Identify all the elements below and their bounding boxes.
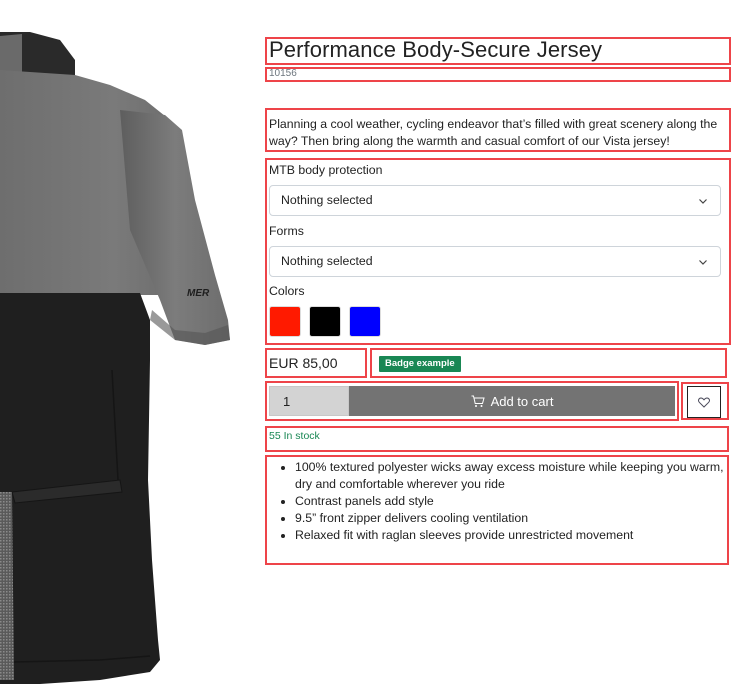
forms-value: Nothing selected: [281, 254, 373, 268]
product-description-box: Planning a cool weather, cycling endeavo…: [265, 108, 731, 152]
add-to-cart-row: Add to cart: [265, 381, 679, 421]
feature-item: 100% textured polyester wicks away exces…: [295, 459, 725, 493]
color-swatch-blue[interactable]: [349, 306, 381, 337]
chevron-down-icon: [699, 199, 707, 204]
feature-item: 9.5” front zipper delivers cooling venti…: [295, 510, 725, 527]
feature-item: Contrast panels add style: [295, 493, 725, 510]
product-description: Planning a cool weather, cycling endeavo…: [269, 117, 718, 148]
product-options: MTB body protection Nothing selected For…: [265, 158, 731, 345]
product-title: Performance Body-Secure Jersey: [269, 37, 603, 62]
stock-status: 55 In stock: [269, 430, 320, 442]
body-protection-label: MTB body protection: [269, 163, 383, 177]
forms-select[interactable]: Nothing selected: [269, 246, 721, 277]
product-badge: Badge example: [379, 356, 461, 372]
price-box: EUR 85,00: [265, 348, 367, 378]
product-price: EUR 85,00: [269, 355, 338, 371]
features-list: 100% textured polyester wicks away exces…: [295, 459, 725, 544]
heart-icon: [698, 396, 710, 408]
quantity-input[interactable]: [269, 386, 349, 416]
features-box: 100% textured polyester wicks away exces…: [265, 455, 729, 565]
body-protection-select[interactable]: Nothing selected: [269, 185, 721, 216]
feature-item: Relaxed fit with raglan sleeves provide …: [295, 527, 725, 544]
color-swatch-red[interactable]: [269, 306, 301, 337]
body-protection-value: Nothing selected: [281, 193, 373, 207]
product-title-box: Performance Body-Secure Jersey: [265, 37, 731, 65]
badge-box: Badge example: [370, 348, 727, 378]
wishlist-button[interactable]: [687, 386, 721, 418]
wishlist-box: [681, 382, 729, 420]
sleeve-logo: MER: [187, 288, 210, 299]
color-swatch-black[interactable]: [309, 306, 341, 337]
product-sku: 10156: [269, 68, 297, 79]
forms-label: Forms: [269, 224, 304, 238]
product-image: MER: [0, 32, 230, 684]
colors-label: Colors: [269, 284, 305, 298]
cart-icon: [471, 395, 485, 407]
chevron-down-icon: [699, 260, 707, 265]
product-sku-box: 10156: [265, 67, 731, 82]
add-to-cart-button[interactable]: Add to cart: [349, 386, 675, 416]
add-to-cart-label: Add to cart: [490, 393, 554, 409]
stock-box: 55 In stock: [265, 426, 729, 452]
jersey-camo-patch: [0, 492, 14, 680]
